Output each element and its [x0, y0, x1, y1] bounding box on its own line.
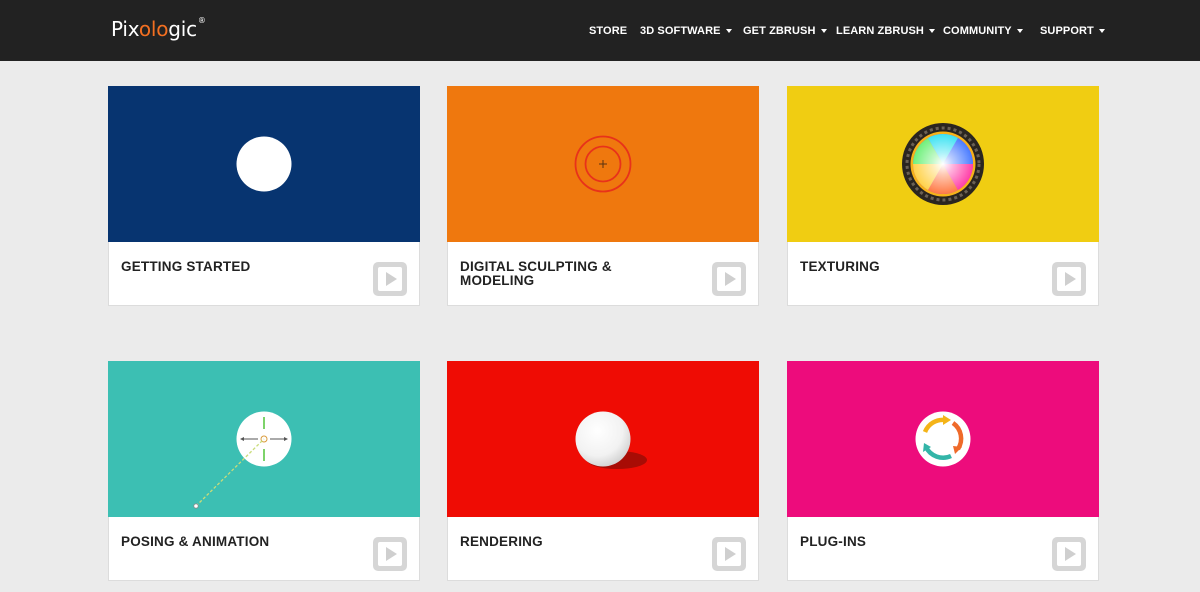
card-thumbnail[interactable] [108, 361, 420, 517]
card-rendering[interactable]: RENDERING [447, 361, 759, 581]
play-icon[interactable] [373, 262, 407, 296]
card-thumbnail[interactable] [447, 361, 759, 517]
logo-trademark: ® [197, 16, 206, 25]
card-thumbnail[interactable] [787, 361, 1099, 517]
caret-down-icon [820, 28, 827, 33]
play-icon[interactable] [712, 537, 746, 571]
nav-learn-zbrush[interactable]: LEARN ZBRUSH [836, 0, 935, 61]
nav-store[interactable]: STORE [589, 0, 627, 61]
nav-get-zbrush-label: GET ZBRUSH [743, 24, 816, 37]
caret-down-icon [1098, 28, 1105, 33]
brush-cursor-icon [447, 86, 759, 242]
nav-learn-zbrush-label: LEARN ZBRUSH [836, 24, 924, 37]
card-texturing[interactable]: TEXTURING [787, 86, 1099, 306]
card-title[interactable]: TEXTURING [800, 260, 1020, 274]
card-title[interactable]: RENDERING [460, 535, 680, 549]
nav-community[interactable]: COMMUNITY [943, 0, 1023, 61]
play-icon[interactable] [1052, 537, 1086, 571]
card-getting-started[interactable]: GETTING STARTED [108, 86, 420, 306]
transpose-gizmo-icon [108, 361, 420, 517]
nav-support[interactable]: SUPPORT [1040, 0, 1105, 61]
caret-down-icon [725, 28, 732, 33]
pixologic-logo[interactable]: Pixologic® [111, 14, 206, 44]
nav-get-zbrush[interactable]: GET ZBRUSH [743, 0, 827, 61]
play-icon[interactable] [712, 262, 746, 296]
logo-text-accent: olo [138, 17, 169, 41]
play-icon[interactable] [1052, 262, 1086, 296]
card-title[interactable]: GETTING STARTED [121, 260, 341, 274]
caret-down-icon [928, 28, 935, 33]
card-digital-sculpting-modeling[interactable]: DIGITAL SCULPTING & MODELING [447, 86, 759, 306]
nav-3d-software-label: 3D SOFTWARE [640, 24, 721, 37]
nav-store-label: STORE [589, 24, 628, 37]
card-posing-animation[interactable]: POSING & ANIMATION [108, 361, 420, 581]
logo-text-pre: Pix [111, 17, 139, 41]
card-title[interactable]: POSING & ANIMATION [121, 535, 341, 549]
color-picker-icon [787, 86, 1099, 242]
card-thumbnail[interactable] [447, 86, 759, 242]
logo-text-post: gic [168, 17, 197, 41]
rendered-sphere-icon [447, 361, 759, 517]
top-navigation-bar: Pixologic® STORE 3D SOFTWARE GET ZBRUSH … [0, 0, 1200, 61]
card-thumbnail[interactable] [108, 86, 420, 242]
card-thumbnail[interactable] [787, 86, 1099, 242]
nav-3d-software[interactable]: 3D SOFTWARE [640, 0, 732, 61]
play-icon[interactable] [373, 537, 407, 571]
cycle-arrows-icon [787, 361, 1099, 517]
card-title[interactable]: DIGITAL SCULPTING & MODELING [460, 260, 680, 288]
nav-community-label: COMMUNITY [943, 24, 1012, 37]
nav-support-label: SUPPORT [1040, 24, 1094, 37]
caret-down-icon [1016, 28, 1023, 33]
white-dot-icon [108, 86, 420, 242]
card-plug-ins[interactable]: PLUG-INS [787, 361, 1099, 581]
card-title[interactable]: PLUG-INS [800, 535, 1020, 549]
